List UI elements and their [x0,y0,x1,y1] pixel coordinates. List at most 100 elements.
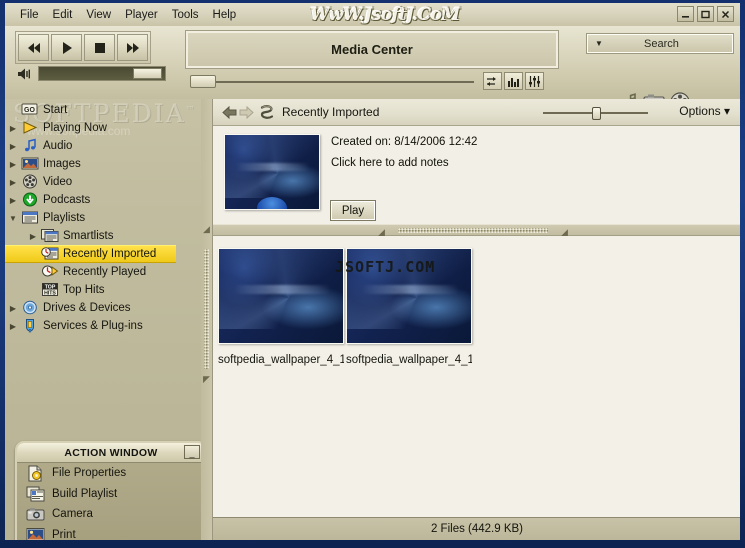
splitter-grip[interactable] [398,228,548,233]
sidebar-item-start[interactable]: GO Start [5,101,190,119]
play-playlist-button[interactable]: Play [330,200,376,221]
list-item[interactable]: softpedia_wallpaper_4_1.. [218,248,344,366]
menu-item-view[interactable]: View [79,7,118,23]
sidebar-item-top-hits[interactable]: TOP HITS Top Hits [5,281,190,299]
navigation-sidebar: SOFTPEDIA™ www.softpedia.com GO Start ▶ … [5,99,201,540]
chevron-right-icon[interactable]: ▶ [5,304,21,313]
visualization-icon[interactable] [504,72,523,90]
action-item-label: Build Playlist [52,487,118,500]
maximize-button[interactable] [697,6,714,22]
action-window-panel: ACTION WINDOW _ File Properties Build Pl… [15,441,201,540]
now-playing-title: Media Center [185,30,559,69]
action-item-camera[interactable]: Camera [17,504,201,525]
chevron-right-icon[interactable]: ▶ [5,124,21,133]
seek-track [216,81,474,83]
chevron-right-icon[interactable]: ▶ [25,232,41,241]
sidebar-item-podcasts[interactable]: ▶ Podcasts [5,191,190,209]
wallpaper-image [219,249,343,343]
splitter-grip[interactable] [204,249,209,369]
sidebar-item-services-plugins[interactable]: ▶ Services & Plug-ins [5,317,190,335]
playlist-icon [21,210,39,226]
search-label: Search [644,37,679,50]
options-button[interactable]: Options ▾ [679,104,730,118]
shuffle-icon[interactable] [483,72,502,90]
action-item-build-playlist[interactable]: Build Playlist [17,484,201,505]
sidebar-item-label: Video [43,176,73,188]
chevron-right-icon[interactable]: ▶ [5,178,21,187]
play-triangle-icon [21,120,39,136]
status-text: 2 Files (442.9 KB) [430,523,524,535]
seek-thumb[interactable] [190,75,216,88]
chevron-right-icon[interactable]: ▶ [5,142,21,151]
sidebar-item-playlists[interactable]: ▼ Playlists [5,209,190,227]
back-button[interactable] [221,104,238,121]
thumbnail-grid: softpedia_wallpaper_4_1.. softpedia_wall… [213,236,740,517]
previous-button[interactable] [18,34,49,61]
action-item-label: File Properties [52,467,127,480]
speaker-icon [17,67,33,81]
print-photo-icon [26,526,45,540]
window-controls [677,6,734,22]
menu-item-file[interactable]: File [13,7,46,23]
zoom-thumb[interactable] [592,107,601,120]
menu-item-player[interactable]: Player [118,7,165,23]
seek-bar[interactable] [190,74,480,90]
menu-item-edit[interactable]: Edit [46,7,80,23]
action-item-print[interactable]: Print [17,525,201,540]
add-notes-link[interactable]: Click here to add notes [331,157,449,169]
chevron-right-icon[interactable]: ▶ [5,196,21,205]
thumbnail-filename: softpedia_wallpaper_4_1.. [218,354,344,366]
status-bar: 2 Files (442.9 KB) [213,517,740,540]
sidebar-item-label: Drives & Devices [43,302,131,314]
breadcrumb: Recently Imported [282,105,380,119]
brand-watermark: WwW.JsoftJ.CoM [310,5,460,25]
splitter-collapse-up-icon[interactable]: ◢ [203,225,210,234]
sidebar-item-recently-played[interactable]: Recently Played [5,263,190,281]
sidebar-item-drives-devices[interactable]: ▶ Drives & Devices [5,299,190,317]
splitter-collapse-down-icon[interactable]: ◤ [203,375,210,384]
menu-item-help[interactable]: Help [206,7,244,23]
chevron-down-icon[interactable]: ▼ [595,39,603,48]
chevron-right-icon[interactable]: ▶ [5,160,21,169]
sidebar-item-smartlists[interactable]: ▶ Smartlists [5,227,190,245]
thumbnail-zoom-slider[interactable] [543,107,648,120]
sidebar-item-recently-imported[interactable]: Recently Imported [5,245,176,263]
play-button[interactable] [51,34,82,61]
sidebar-item-images[interactable]: ▶ Images [5,155,190,173]
volume-slider[interactable] [38,66,166,81]
forward-button[interactable] [238,104,255,121]
detail-pane: Created on: 8/14/2006 12:42 Click here t… [213,126,740,224]
action-item-file-properties[interactable]: File Properties [17,463,201,484]
plugin-icon [21,318,39,334]
action-window-title: ACTION WINDOW [64,446,158,459]
vertical-splitter[interactable]: ◢ ◤ [201,99,212,540]
sidebar-item-label: Services & Plug-ins [43,320,143,332]
sidebar-item-audio[interactable]: ▶ Audio [5,137,190,155]
menu-item-tools[interactable]: Tools [165,7,206,23]
sidebar-item-label: Playing Now [43,122,107,134]
close-button[interactable] [717,6,734,22]
equalizer-icon[interactable] [525,72,544,90]
chevron-right-icon[interactable]: ▶ [5,322,21,331]
shuffle-view-icon[interactable] [257,103,277,121]
horizontal-splitter[interactable]: ◢ ◢ [213,224,740,237]
minimize-button[interactable] [677,6,694,22]
action-window-minimize-button[interactable]: _ [184,445,200,459]
thumbnail-image[interactable] [218,248,344,344]
search-input[interactable]: ▼ Search [586,33,734,54]
next-button[interactable] [117,34,148,61]
sidebar-item-label: Playlists [43,212,86,224]
clock-play-icon [41,264,59,280]
playlist-cover-thumbnail[interactable] [224,134,320,210]
options-label: Options [679,104,721,118]
content-nav-bar: Recently Imported Options ▾ [213,99,740,126]
chevron-down-icon[interactable]: ▼ [5,214,21,223]
thumbnail-image[interactable] [346,248,472,344]
stop-button[interactable] [84,34,115,61]
thumbnail-filename: softpedia_wallpaper_4_1.. [346,354,472,366]
menu-bar: File Edit View Player Tools Help WwW.Jso… [5,3,740,26]
sidebar-item-video[interactable]: ▶ Video [5,173,190,191]
sidebar-item-playing-now[interactable]: ▶ Playing Now [5,119,190,137]
list-item[interactable]: softpedia_wallpaper_4_1.. [346,248,472,366]
volume-slider-thumb[interactable] [133,68,162,79]
